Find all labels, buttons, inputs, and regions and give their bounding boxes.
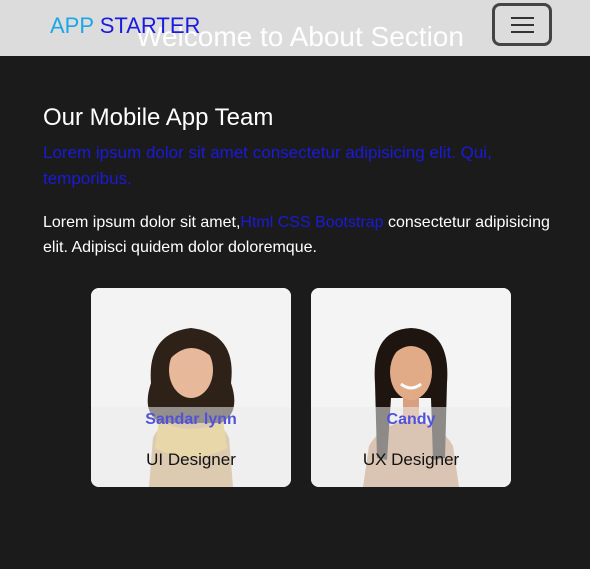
navbar: Welcome to About Section APP STARTER xyxy=(0,0,590,56)
brand-logo[interactable]: APP STARTER xyxy=(50,14,200,38)
description-text: Lorem ipsum dolor sit amet,Html CSS Boot… xyxy=(43,210,563,260)
team-member-name: Candy xyxy=(386,411,436,428)
description-start: Lorem ipsum dolor sit amet, xyxy=(43,214,241,231)
section-title: Our Mobile App Team xyxy=(43,104,274,131)
team-member-role: UI Designer xyxy=(146,450,236,469)
lead-text: Lorem ipsum dolor sit amet consectetur a… xyxy=(43,143,492,188)
about-section: Our Mobile App Team Lorem ipsum dolor si… xyxy=(43,102,563,260)
brand-starter-text: STARTER xyxy=(99,13,201,38)
menu-bar xyxy=(511,17,534,19)
bootstrap-link[interactable]: Html CSS Bootstrap xyxy=(240,214,383,231)
team-member-name: Sandar lynn xyxy=(145,411,237,428)
team-card[interactable]: Sandar lynn UI Designer xyxy=(91,288,291,487)
menu-bar xyxy=(511,24,534,26)
team-member-role: UX Designer xyxy=(362,450,460,469)
brand-app-text: APP xyxy=(50,13,94,38)
hamburger-menu-icon[interactable] xyxy=(492,3,552,46)
menu-bar xyxy=(511,31,534,33)
team-card[interactable]: Candy UX Designer xyxy=(311,288,511,487)
